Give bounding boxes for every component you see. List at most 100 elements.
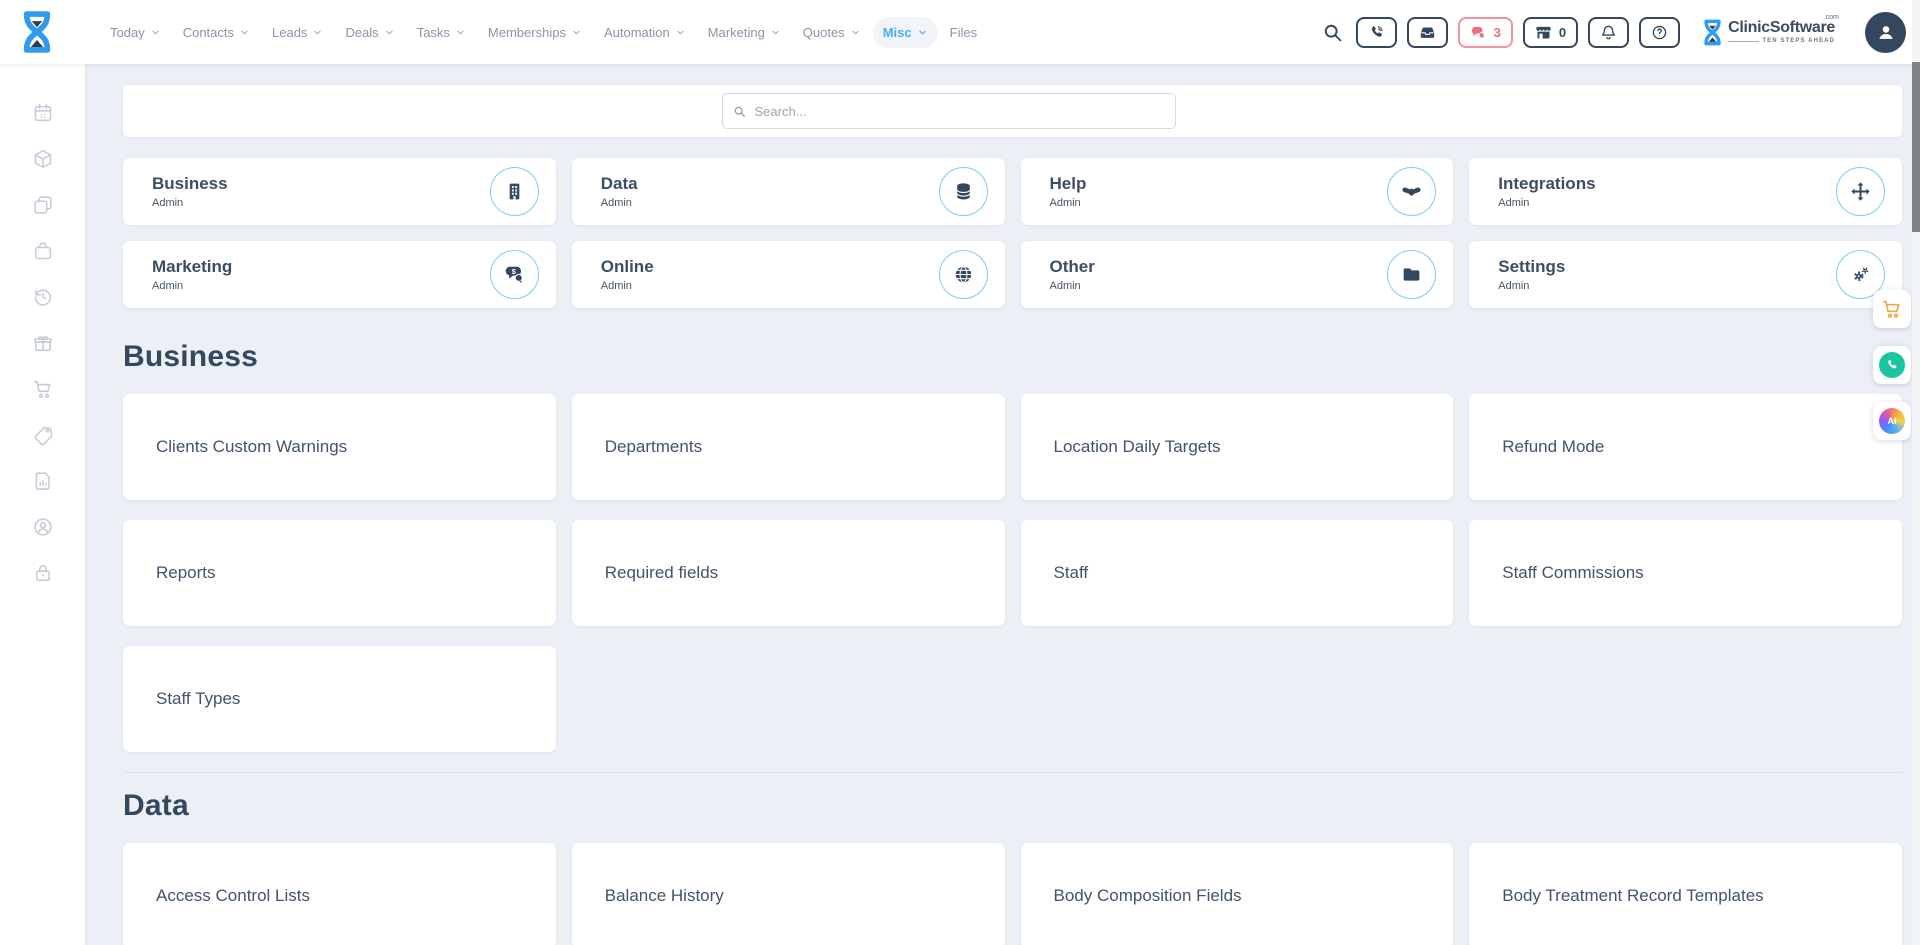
card-title: Staff Types [156,689,240,709]
nav-item-tasks[interactable]: Tasks [407,17,476,48]
store-button[interactable]: 0 [1523,17,1578,48]
sidebar-item-tag[interactable] [32,424,54,446]
category-icon-circle [490,167,539,216]
category-card-integrations[interactable]: IntegrationsAdmin [1469,158,1902,225]
sections-wrap: BusinessClients Custom WarningsDepartmen… [123,340,1902,945]
package-icon [32,148,54,170]
whatsapp-floating-button[interactable] [1873,346,1911,384]
database-icon [953,181,974,202]
category-title: Data [601,174,638,194]
card-required-fields[interactable]: Required fields [572,520,1005,626]
card-staff-types[interactable]: Staff Types [123,646,556,752]
category-subtitle: Admin [152,280,232,292]
brand-hourglass-icon [1702,18,1723,47]
chevron-down-icon [850,27,861,38]
sidebar-item-shopping-cart[interactable] [32,378,54,400]
scrollbar-thumb[interactable] [1912,62,1920,232]
category-icon-circle [1387,250,1436,299]
nav-item-label: Contacts [183,25,234,40]
category-card-help[interactable]: HelpAdmin [1021,158,1454,225]
move-icon [1850,181,1871,202]
nav-item-label: Leads [272,25,307,40]
chat-button[interactable]: 3 [1458,17,1513,48]
help-button[interactable] [1639,17,1680,48]
card-refund-mode[interactable]: Refund Mode [1469,394,1902,500]
chevron-down-icon [312,27,323,38]
nav-item-label: Quotes [803,25,845,40]
search-input[interactable] [753,103,1165,120]
category-card-online[interactable]: OnlineAdmin [572,241,1005,308]
category-card-other[interactable]: OtherAdmin [1021,241,1454,308]
nav-item-label: Tasks [417,25,450,40]
category-card-data[interactable]: DataAdmin [572,158,1005,225]
ai-icon: AI [1879,408,1905,434]
sidebar-item-gift[interactable] [32,332,54,354]
nav-item-quotes[interactable]: Quotes [793,17,871,48]
inbox-button[interactable] [1407,17,1448,48]
nav-item-leads[interactable]: Leads [262,17,333,48]
category-icon-circle [939,250,988,299]
nav-actions: 30 [1356,17,1680,48]
app-logo-icon[interactable] [20,9,54,55]
card-title: Body Treatment Record Templates [1502,886,1763,906]
nav-item-today[interactable]: Today [100,17,171,48]
card-reports[interactable]: Reports [123,520,556,626]
user-avatar[interactable] [1865,12,1906,53]
category-icon-circle: $ [490,250,539,299]
card-staff[interactable]: Staff [1021,520,1454,626]
chevron-down-icon [571,27,582,38]
brand-logo: ClinicSoftware .com TEN STEPS AHEAD [1702,18,1835,47]
sidebar-item-package[interactable] [32,148,54,170]
card-balance-history[interactable]: Balance History [572,843,1005,945]
card-body-composition-fields[interactable]: Body Composition Fields [1021,843,1454,945]
globe-icon [953,264,974,285]
search-icon[interactable] [1322,22,1343,43]
category-subtitle: Admin [1498,280,1565,292]
card-clients-custom-warnings[interactable]: Clients Custom Warnings [123,394,556,500]
sidebar-item-history[interactable] [32,286,54,308]
sidebar-item-report[interactable] [32,470,54,492]
card-location-daily-targets[interactable]: Location Daily Targets [1021,394,1454,500]
chevron-down-icon [384,27,395,38]
card-access-control-lists[interactable]: Access Control Lists [123,843,556,945]
bell-button[interactable] [1588,17,1629,48]
brand-name: ClinicSoftware [1728,19,1835,36]
page-search-box[interactable] [722,93,1176,129]
nav-item-files[interactable]: Files [940,17,987,48]
nav-item-contacts[interactable]: Contacts [173,17,260,48]
card-title: Departments [605,437,702,457]
sidebar-item-calendar[interactable]: 12 [32,102,54,124]
nav-item-label: Memberships [488,25,566,40]
category-card-marketing[interactable]: Marketing Admin $ [123,241,556,308]
category-card-settings[interactable]: SettingsAdmin [1469,241,1902,308]
card-body-treatment-record-templates[interactable]: Body Treatment Record Templates [1469,843,1902,945]
sidebar-item-copy[interactable] [32,194,54,216]
category-icon-circle [939,167,988,216]
section-heading: Data [123,789,1902,823]
bell-icon [1600,24,1617,41]
nav-item-misc[interactable]: Misc [873,17,938,48]
card-title: Balance History [605,886,724,906]
whatsapp-icon [1879,352,1905,378]
main-content: BusinessAdminDataAdminHelpAdminIntegrati… [85,64,1912,945]
nav-item-marketing[interactable]: Marketing [698,17,791,48]
card-departments[interactable]: Departments [572,394,1005,500]
nav-item-memberships[interactable]: Memberships [478,17,592,48]
nav-item-label: Automation [604,25,670,40]
phone-button[interactable] [1356,17,1397,48]
category-title: Other [1050,257,1095,277]
cart-orange-icon [1881,298,1903,320]
sidebar-item-shopping-bag[interactable] [32,240,54,262]
category-title: Marketing [152,257,232,277]
ai-floating-button[interactable]: AI [1873,402,1911,440]
section-data: Data Access Control Lists Balance History B… [123,772,1902,945]
sidebar-item-account[interactable] [32,516,54,538]
nav-item-deals[interactable]: Deals [335,17,404,48]
scrollbar[interactable] [1912,0,1920,945]
sidebar-item-lock[interactable] [32,562,54,584]
person-icon [1875,21,1897,43]
category-card-business[interactable]: BusinessAdmin [123,158,556,225]
card-staff-commissions[interactable]: Staff Commissions [1469,520,1902,626]
nav-item-automation[interactable]: Automation [594,17,696,48]
cart-orange-floating-button[interactable] [1873,290,1911,328]
